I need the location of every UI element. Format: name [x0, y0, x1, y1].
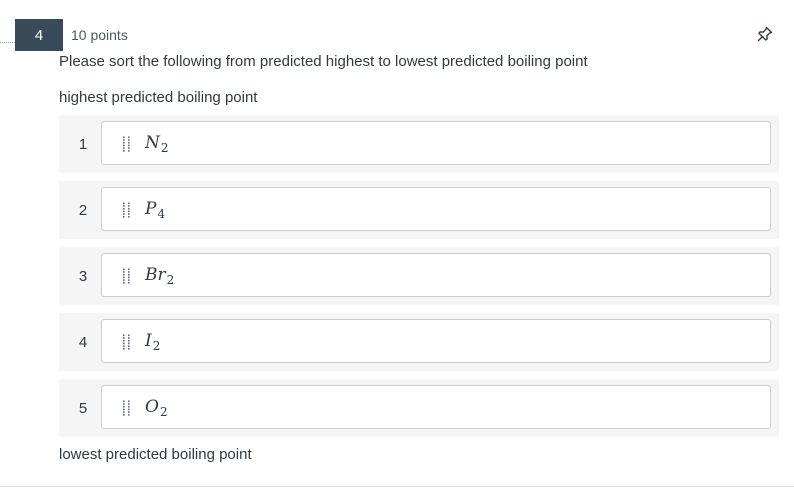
- drag-handle-icon[interactable]: [122, 202, 131, 218]
- formula-symbol: N: [145, 133, 160, 153]
- chemical-formula: Br2: [145, 265, 175, 287]
- ordering-row: 3 Br2: [59, 247, 779, 305]
- formula-symbol: P: [145, 199, 157, 219]
- formula-subscript: 4: [157, 207, 166, 221]
- row-position: 3: [78, 267, 88, 285]
- drag-handle-icon[interactable]: [122, 136, 131, 152]
- top-label: highest predicted boiling point: [59, 89, 258, 106]
- formula-subscript: 2: [166, 273, 175, 287]
- bottom-divider: [0, 486, 794, 487]
- drag-handle-icon[interactable]: [122, 334, 131, 350]
- bottom-label: lowest predicted boiling point: [59, 446, 252, 463]
- chemical-formula: N2: [145, 133, 169, 155]
- ordering-row: 1 N2: [59, 115, 779, 173]
- draggable-answer-card[interactable]: P4: [101, 187, 771, 231]
- row-position: 1: [78, 135, 88, 153]
- draggable-answer-card[interactable]: I2: [101, 319, 771, 363]
- formula-subscript: 2: [159, 405, 168, 419]
- draggable-answer-card[interactable]: N2: [101, 121, 771, 165]
- question-divider: [0, 42, 15, 43]
- question-prompt: Please sort the following from predicted…: [59, 53, 588, 70]
- ordering-row: 5 O2: [59, 379, 779, 437]
- chemical-formula: I2: [145, 331, 161, 353]
- formula-symbol: Br: [145, 265, 166, 285]
- chemical-formula: P4: [145, 199, 166, 221]
- drag-handle-icon[interactable]: [122, 400, 131, 416]
- draggable-answer-card[interactable]: O2: [101, 385, 771, 429]
- pin-icon[interactable]: [756, 25, 774, 43]
- row-position: 2: [78, 201, 88, 219]
- formula-symbol: I: [145, 331, 152, 351]
- formula-subscript: 2: [160, 141, 169, 155]
- ordering-row: 2 P4: [59, 181, 779, 239]
- question-number: 4: [34, 26, 44, 44]
- draggable-answer-card[interactable]: Br2: [101, 253, 771, 297]
- question-number-badge: 4: [15, 19, 63, 51]
- row-position: 5: [78, 399, 88, 417]
- ordering-list: 1 N2 2 P4 3 Br2 4 I2 5 O2: [59, 115, 779, 445]
- drag-handle-icon[interactable]: [122, 268, 131, 284]
- question-points: 10 points: [71, 27, 128, 43]
- row-position: 4: [78, 333, 88, 351]
- chemical-formula: O2: [145, 397, 168, 419]
- formula-symbol: O: [145, 397, 159, 417]
- ordering-row: 4 I2: [59, 313, 779, 371]
- formula-subscript: 2: [152, 339, 161, 353]
